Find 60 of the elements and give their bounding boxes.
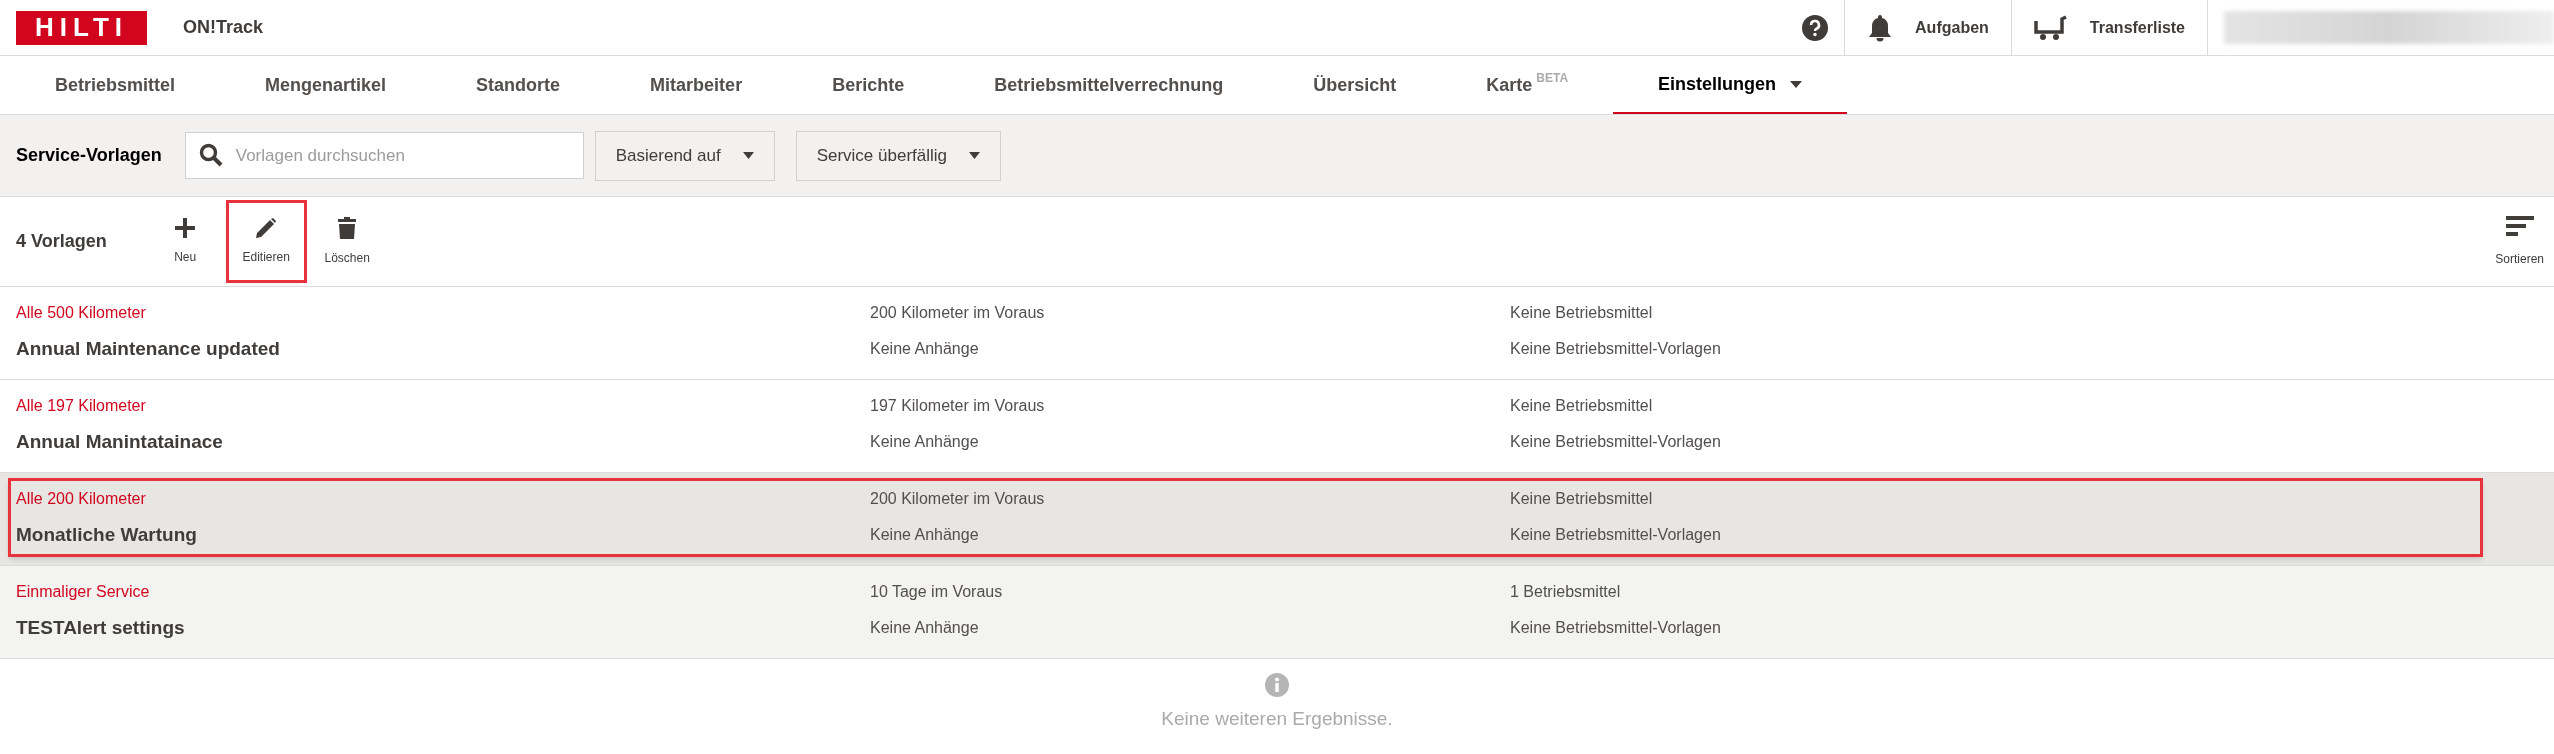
advance-text: 10 Tage im Voraus xyxy=(870,582,1004,602)
attachments-text: Keine Anhänge xyxy=(870,618,980,638)
interval-text: Alle 200 Kilometer xyxy=(16,489,147,509)
attachments-text: Keine Anhänge xyxy=(870,525,980,545)
pencil-icon xyxy=(256,217,277,238)
assets-text: 1 Betriebsmittel xyxy=(1510,582,1622,602)
plus-icon xyxy=(175,217,196,238)
attachments-text: Keine Anhänge xyxy=(870,432,980,452)
advance-text: 197 Kilometer im Voraus xyxy=(870,396,1046,416)
assets-text: Keine Betriebsmittel xyxy=(1510,489,1654,509)
interval-text: Einmaliger Service xyxy=(16,582,151,602)
template-title: Annual Manintatainace xyxy=(16,429,224,454)
filter-dropdown[interactable]: Service überfällig xyxy=(795,130,1002,181)
info-icon xyxy=(1265,673,1289,697)
asset-templates-text: Keine Betriebsmittel-Vorlagen xyxy=(1510,432,1722,452)
logo: HILTI xyxy=(16,10,147,45)
template-title: Annual Maintenance updated xyxy=(16,336,281,361)
app-name: ON!Track xyxy=(183,16,264,39)
trash-icon xyxy=(338,216,357,239)
advance-text: 200 Kilometer im Voraus xyxy=(870,303,1046,323)
header-action[interactable]: Aufgaben xyxy=(1845,0,2012,55)
cart-icon xyxy=(2033,14,2068,41)
toolbar-button[interactable]: Neu xyxy=(147,203,223,280)
caret-icon xyxy=(969,152,981,159)
assets-text: Keine Betriebsmittel xyxy=(1510,303,1654,323)
filter-dropdown[interactable]: Basierend auf xyxy=(594,130,775,181)
asset-templates-text: Keine Betriebsmittel-Vorlagen xyxy=(1510,339,1722,359)
toolbar-button[interactable]: Löschen xyxy=(309,203,385,280)
nav-tab[interactable]: Karte BETA xyxy=(1441,56,1614,114)
template-row[interactable]: Alle 200 Kilometer 200 Kilometer im Voraus Keine Betriebsmittel Monatliche Wartung Keine Anhänge Keine Betriebsmittel-Vorlagen xyxy=(0,473,2554,566)
help-icon xyxy=(1802,14,1829,41)
assets-text: Keine Betriebsmittel xyxy=(1510,396,1654,416)
no-more-results-text: Keine weiteren Ergebnisse. xyxy=(1161,707,1393,731)
nav-tab[interactable]: Mitarbeiter xyxy=(605,56,788,114)
nav-tab[interactable]: Berichte xyxy=(787,56,950,114)
template-title: TESTAlert settings xyxy=(16,615,186,640)
search-field[interactable]: Vorlagen durchsuchen xyxy=(184,132,584,179)
nav-tab[interactable]: Betriebsmittel xyxy=(10,56,221,114)
caret-icon xyxy=(742,152,754,159)
interval-text: Alle 500 Kilometer xyxy=(16,303,147,323)
header-action[interactable]: Transferliste xyxy=(2011,0,2208,55)
bell-icon xyxy=(1867,13,1894,42)
interval-text: Alle 197 Kilometer xyxy=(16,396,147,416)
nav-tab[interactable]: Übersicht xyxy=(1268,56,1442,114)
toolbar-button[interactable]: Editieren xyxy=(228,203,304,280)
nav-tab[interactable]: Mengenartikel xyxy=(220,56,432,114)
page-title: Service-Vorlagen xyxy=(16,144,162,167)
template-title: Monatliche Wartung xyxy=(16,522,198,547)
template-row[interactable]: Einmaliger Service 10 Tage im Voraus 1 Betriebsmittel TESTAlert settings Keine Anhänge Keine Betriebsmittel-Vorlagen xyxy=(0,566,2554,659)
sort-icon xyxy=(2505,215,2534,238)
template-count: 4 Vorlagen xyxy=(16,230,107,253)
asset-templates-text: Keine Betriebsmittel-Vorlagen xyxy=(1510,618,1722,638)
asset-templates-text: Keine Betriebsmittel-Vorlagen xyxy=(1510,525,1722,545)
nav-tab[interactable]: Betriebsmittelverrechnung xyxy=(949,56,1269,114)
search-icon xyxy=(198,143,223,167)
nav-tab[interactable]: Standorte xyxy=(431,56,606,114)
attachments-text: Keine Anhänge xyxy=(870,339,980,359)
sort-button[interactable]: Sortieren xyxy=(2495,215,2544,268)
advance-text: 200 Kilometer im Voraus xyxy=(870,489,1046,509)
beta-label: BETA xyxy=(1536,70,1569,87)
